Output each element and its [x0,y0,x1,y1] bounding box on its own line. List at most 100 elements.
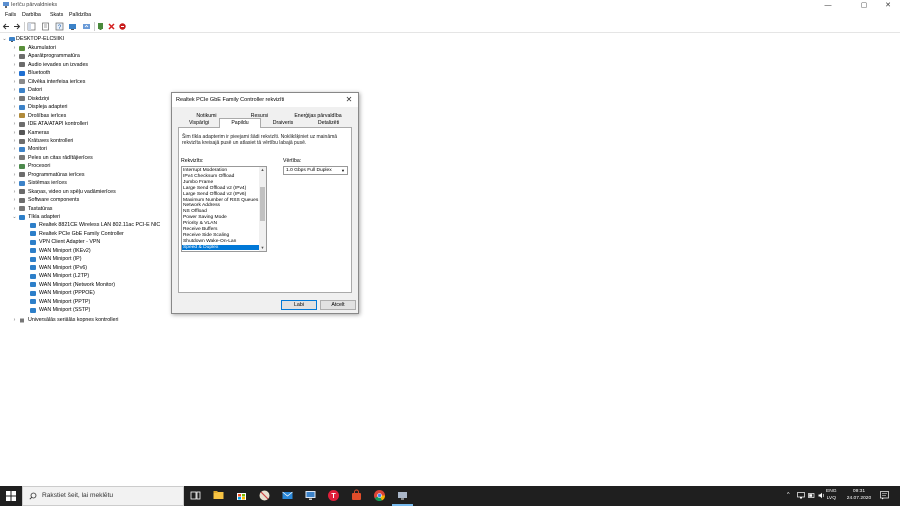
expand-chevron-icon[interactable]: › [12,137,17,145]
tree-category-label: Tastatūras [28,205,53,212]
expand-chevron-icon[interactable]: › [12,188,17,196]
mail-icon[interactable] [281,489,294,502]
scan-hardware-icon[interactable] [68,22,77,31]
windows-start-icon[interactable] [0,486,22,506]
network-adapter-label: WAN Miniport (SSTP) [39,306,91,313]
expand-chevron-icon[interactable]: › [12,95,17,103]
tree-category-label: Diskdziņi [28,95,50,102]
close-window-button[interactable]: ✕ [876,0,900,11]
expand-chevron-icon[interactable]: › [12,171,17,179]
expand-chevron-icon[interactable]: › [12,78,17,86]
expand-chevron-icon[interactable]: › [12,205,17,213]
dialog-title-bar: Realtek PCIe GbE Family Controller rekvi… [172,93,358,107]
minimize-button[interactable]: — [816,0,840,11]
menu-file[interactable]: Fails [5,12,16,18]
property-list-item[interactable]: Speed & Duplex [182,244,260,251]
expand-chevron-icon[interactable]: › [12,162,17,170]
toolbar: ? [0,20,900,33]
input-language-indicator[interactable]: ENG LVQ [826,489,837,502]
device-category-icon [19,113,25,119]
remote-desktop-icon[interactable] [304,489,317,502]
device-manager-icon [3,2,9,8]
maximize-button[interactable]: ▢ [852,0,876,11]
expand-chevron-icon[interactable]: › [12,61,17,69]
clock[interactable]: 09:31 24.07.2020 [843,489,875,502]
back-arrow-icon[interactable] [2,22,11,31]
expand-chevron-icon[interactable]: › [12,112,17,120]
app-bag-icon[interactable] [350,489,363,502]
device-category-icon [19,87,25,93]
disable-device-icon[interactable] [118,22,127,31]
tree-category-label: Displeja adapteri [28,104,68,111]
expand-chevron-icon[interactable]: › [12,129,17,137]
device-category-icon [19,197,25,203]
lang-bottom: LVQ [826,495,837,501]
menu-help[interactable]: Palīdzība [69,12,91,18]
chrome-icon[interactable] [373,489,386,502]
tab-advanced[interactable]: Papildu [219,118,261,128]
properties-icon[interactable] [41,22,50,31]
expand-chevron-icon[interactable]: › [12,145,17,153]
blocked-app-icon[interactable] [258,489,271,502]
device-category-icon [19,206,25,212]
property-label: Rekvizīts: [181,158,204,164]
ok-button[interactable]: Labi [281,300,317,310]
app-t-icon[interactable]: T [327,489,340,502]
update-driver-icon[interactable] [82,22,91,31]
enable-device-icon[interactable] [96,22,105,31]
expand-chevron-icon[interactable]: › [12,69,17,77]
expand-chevron-icon[interactable]: › [12,103,17,111]
value-dropdown[interactable]: 1.0 Gbps Full Duplex ▼ [283,166,348,175]
property-listbox[interactable]: Interrupt Moderation IPv4 Checksum Offloa… [181,166,267,252]
title-bar: Ierīču pārvaldnieks — ▢ ✕ [0,0,900,11]
expand-chevron-icon[interactable]: › [12,44,17,52]
uninstall-device-icon[interactable] [107,22,116,31]
usb-icon [20,318,24,323]
expand-chevron-icon[interactable]: › [12,196,17,204]
properties-pane-icon[interactable] [27,22,36,31]
store-icon[interactable] [235,489,248,502]
notifications-icon[interactable] [880,491,889,500]
device-category-icon [19,130,25,136]
task-view-icon[interactable] [189,489,202,502]
collapse-chevron-icon[interactable]: ⌄ [12,213,17,221]
network-adapter-label: WAN Miniport (IKEv2) [39,247,91,254]
menu-action[interactable]: Darbība [22,12,41,18]
menu-bar: Fails Darbība Skats Palīdzība [0,11,900,20]
network-adapter-label: VPN Client Adapter - VPN [39,239,101,246]
scroll-up-icon[interactable]: ▲ [259,167,266,173]
scroll-down-icon[interactable]: ▼ [259,245,266,251]
forward-arrow-icon[interactable] [12,22,21,31]
expand-chevron-icon[interactable]: › [12,120,17,128]
tree-root-label: DESKTOP-ELC5IIKI [16,36,65,42]
expand-chevron-icon[interactable]: › [12,52,17,60]
tree-category-label: Aparātprogrammatūra [28,53,80,60]
battery-icon[interactable] [808,492,815,499]
network-icon[interactable] [797,492,805,499]
scroll-thumb[interactable] [260,187,265,221]
lang-top: ENG [826,489,837,494]
cancel-button[interactable]: Atcelt [320,300,356,310]
chevron-down-icon[interactable]: ▼ [340,168,346,174]
dialog-close-button[interactable]: ✕ [344,95,354,105]
property-scrollbar[interactable]: ▲ ▼ [259,167,266,251]
volume-icon[interactable] [818,492,825,499]
menu-view[interactable]: Skats [50,12,63,18]
tree-category-label: Kameras [28,129,50,136]
collapse-chevron-icon[interactable]: ⌄ [2,35,7,43]
expand-chevron-icon[interactable]: › [12,179,17,187]
tree-category-label: Cilvēka interfeisa ierīces [28,78,86,85]
network-adapter-label: WAN Miniport (PPPOE) [39,290,95,297]
network-adapter-icon [30,256,36,262]
expand-chevron-icon[interactable]: › [12,154,17,162]
device-manager-taskbar-icon[interactable] [396,489,409,502]
network-adapter-label: WAN Miniport (PPTP) [39,298,91,305]
expand-chevron-icon[interactable]: › [12,316,17,324]
computer-icon [9,36,15,42]
help-icon[interactable]: ? [55,22,64,31]
tray-chevron-up-icon[interactable]: ^ [787,492,790,498]
clock-date: 24.07.2020 [846,495,872,501]
taskbar-search[interactable]: Rakstiet šeit, lai meklētu [22,486,184,506]
expand-chevron-icon[interactable]: › [12,86,17,94]
file-explorer-icon[interactable] [212,489,225,502]
